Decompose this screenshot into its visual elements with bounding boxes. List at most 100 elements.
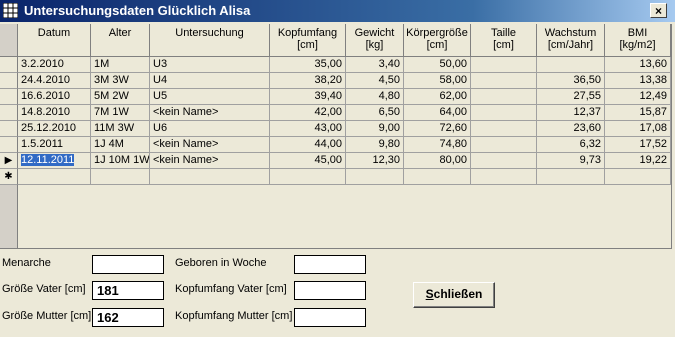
cell-taille[interactable] bbox=[471, 73, 537, 89]
groesse-mutter-field[interactable]: 162 bbox=[92, 308, 164, 327]
cell-bmi[interactable]: 17,08 bbox=[605, 121, 671, 137]
cell-wachstum[interactable]: 23,60 bbox=[537, 121, 605, 137]
row-selector[interactable]: ▶ bbox=[0, 153, 18, 169]
new-row-cell[interactable] bbox=[537, 169, 605, 185]
column-header-taille[interactable]: Taille [cm] bbox=[471, 24, 537, 57]
cell-bmi[interactable]: 13,38 bbox=[605, 73, 671, 89]
column-header-wachstum[interactable]: Wachstum [cm/Jahr] bbox=[537, 24, 605, 57]
cell-kopfumfang[interactable]: 39,40 bbox=[270, 89, 346, 105]
cell-gewicht[interactable]: 9,80 bbox=[346, 137, 404, 153]
cell-taille[interactable] bbox=[471, 137, 537, 153]
cell-kopfumfang[interactable]: 44,00 bbox=[270, 137, 346, 153]
cell-taille[interactable] bbox=[471, 57, 537, 73]
column-header-bmi[interactable]: BMI [kg/m2] bbox=[605, 24, 671, 57]
cell-untersuchung[interactable]: U3 bbox=[150, 57, 270, 73]
new-row-cell[interactable] bbox=[91, 169, 150, 185]
cell-wachstum[interactable]: 12,37 bbox=[537, 105, 605, 121]
geboren-in-woche-field[interactable] bbox=[294, 255, 366, 274]
cell-datum[interactable]: 14.8.2010 bbox=[18, 105, 91, 121]
cell-gewicht[interactable]: 12,30 bbox=[346, 153, 404, 169]
column-header-koerpergroesse[interactable]: Körpergröße [cm] bbox=[404, 24, 471, 57]
new-row-selector[interactable]: ✱ bbox=[0, 169, 18, 185]
cell-alter[interactable]: 11M 3W bbox=[91, 121, 150, 137]
cell-datum[interactable]: 16.6.2010 bbox=[18, 89, 91, 105]
cell-alter[interactable]: 1J 4M bbox=[91, 137, 150, 153]
cell-wachstum[interactable]: 9,73 bbox=[537, 153, 605, 169]
cell-alter[interactable]: 1J 10M 1W bbox=[91, 153, 150, 169]
cell-taille[interactable] bbox=[471, 121, 537, 137]
cell-bmi[interactable]: 17,52 bbox=[605, 137, 671, 153]
cell-datum[interactable]: 1.5.2011 bbox=[18, 137, 91, 153]
new-row-cell[interactable] bbox=[471, 169, 537, 185]
cell-kopfumfang[interactable]: 38,20 bbox=[270, 73, 346, 89]
cell-wachstum[interactable]: 36,50 bbox=[537, 73, 605, 89]
cell-datum[interactable]: 3.2.2010 bbox=[18, 57, 91, 73]
cell-gewicht[interactable]: 6,50 bbox=[346, 105, 404, 121]
row-selector[interactable] bbox=[0, 105, 18, 121]
cell-taille[interactable] bbox=[471, 153, 537, 169]
cell-wachstum[interactable] bbox=[537, 57, 605, 73]
cell-koerpergroesse[interactable]: 74,80 bbox=[404, 137, 471, 153]
column-header-gewicht[interactable]: Gewicht [kg] bbox=[346, 24, 404, 57]
cell-untersuchung[interactable]: <kein Name> bbox=[150, 153, 270, 169]
cell-koerpergroesse[interactable]: 62,00 bbox=[404, 89, 471, 105]
cell-untersuchung[interactable]: U6 bbox=[150, 121, 270, 137]
cell-gewicht[interactable]: 4,80 bbox=[346, 89, 404, 105]
cell-kopfumfang[interactable]: 45,00 bbox=[270, 153, 346, 169]
cell-alter[interactable]: 5M 2W bbox=[91, 89, 150, 105]
column-header-untersuchung[interactable]: Untersuchung bbox=[150, 24, 270, 57]
cell-alter[interactable]: 7M 1W bbox=[91, 105, 150, 121]
cell-gewicht[interactable]: 9,00 bbox=[346, 121, 404, 137]
new-row-cell[interactable] bbox=[150, 169, 270, 185]
cell-untersuchung[interactable]: <kein Name> bbox=[150, 137, 270, 153]
cell-untersuchung[interactable]: <kein Name> bbox=[150, 105, 270, 121]
schliessen-button[interactable]: Schließen bbox=[413, 282, 495, 308]
cell-koerpergroesse[interactable]: 58,00 bbox=[404, 73, 471, 89]
cell-koerpergroesse[interactable]: 72,60 bbox=[404, 121, 471, 137]
new-row-cell[interactable] bbox=[605, 169, 671, 185]
cell-wachstum[interactable]: 6,32 bbox=[537, 137, 605, 153]
cell-bmi[interactable]: 13,60 bbox=[605, 57, 671, 73]
column-header-datum[interactable]: Datum bbox=[18, 24, 91, 57]
row-selector[interactable] bbox=[0, 121, 18, 137]
cell-untersuchung[interactable]: U5 bbox=[150, 89, 270, 105]
cell-koerpergroesse[interactable]: 64,00 bbox=[404, 105, 471, 121]
cell-taille[interactable] bbox=[471, 105, 537, 121]
new-row-cell[interactable] bbox=[404, 169, 471, 185]
kopfumfang-vater-field[interactable] bbox=[294, 281, 366, 300]
groesse-vater-field[interactable]: 181 bbox=[92, 281, 164, 300]
cell-koerpergroesse[interactable]: 50,00 bbox=[404, 57, 471, 73]
cell-gewicht[interactable]: 4,50 bbox=[346, 73, 404, 89]
cell-alter[interactable]: 1M bbox=[91, 57, 150, 73]
row-selector[interactable] bbox=[0, 137, 18, 153]
cell-koerpergroesse[interactable]: 80,00 bbox=[404, 153, 471, 169]
cell-kopfumfang[interactable]: 43,00 bbox=[270, 121, 346, 137]
cell-value: 12,37 bbox=[573, 106, 601, 118]
cell-datum[interactable]: 12.11.2011 bbox=[18, 153, 91, 169]
column-header-alter[interactable]: Alter bbox=[91, 24, 150, 57]
cell-alter[interactable]: 3M 3W bbox=[91, 73, 150, 89]
grid-corner[interactable] bbox=[0, 24, 18, 57]
cell-gewicht[interactable]: 3,40 bbox=[346, 57, 404, 73]
new-row-cell[interactable] bbox=[270, 169, 346, 185]
row-selector[interactable] bbox=[0, 73, 18, 89]
cell-kopfumfang[interactable]: 35,00 bbox=[270, 57, 346, 73]
close-window-button[interactable]: × bbox=[650, 3, 667, 18]
cell-datum[interactable]: 25.12.2010 bbox=[18, 121, 91, 137]
cell-bmi[interactable]: 19,22 bbox=[605, 153, 671, 169]
new-row-cell[interactable] bbox=[346, 169, 404, 185]
cell-kopfumfang[interactable]: 42,00 bbox=[270, 105, 346, 121]
kopfumfang-mutter-field[interactable] bbox=[294, 308, 366, 327]
cell-datum[interactable]: 24.4.2010 bbox=[18, 73, 91, 89]
menarche-field[interactable] bbox=[92, 255, 164, 274]
new-row-cell[interactable] bbox=[18, 169, 91, 185]
row-selector[interactable] bbox=[0, 89, 18, 105]
cell-taille[interactable] bbox=[471, 89, 537, 105]
cell-untersuchung[interactable]: U4 bbox=[150, 73, 270, 89]
column-header-kopfumfang[interactable]: Kopfumfang [cm] bbox=[270, 24, 346, 57]
cell-bmi[interactable]: 12,49 bbox=[605, 89, 671, 105]
row-selector[interactable] bbox=[0, 57, 18, 73]
cell-bmi[interactable]: 15,87 bbox=[605, 105, 671, 121]
examination-data-grid[interactable]: Datum Alter Untersuchung Kopfumfang [cm] Gewi… bbox=[0, 24, 672, 249]
cell-wachstum[interactable]: 27,55 bbox=[537, 89, 605, 105]
